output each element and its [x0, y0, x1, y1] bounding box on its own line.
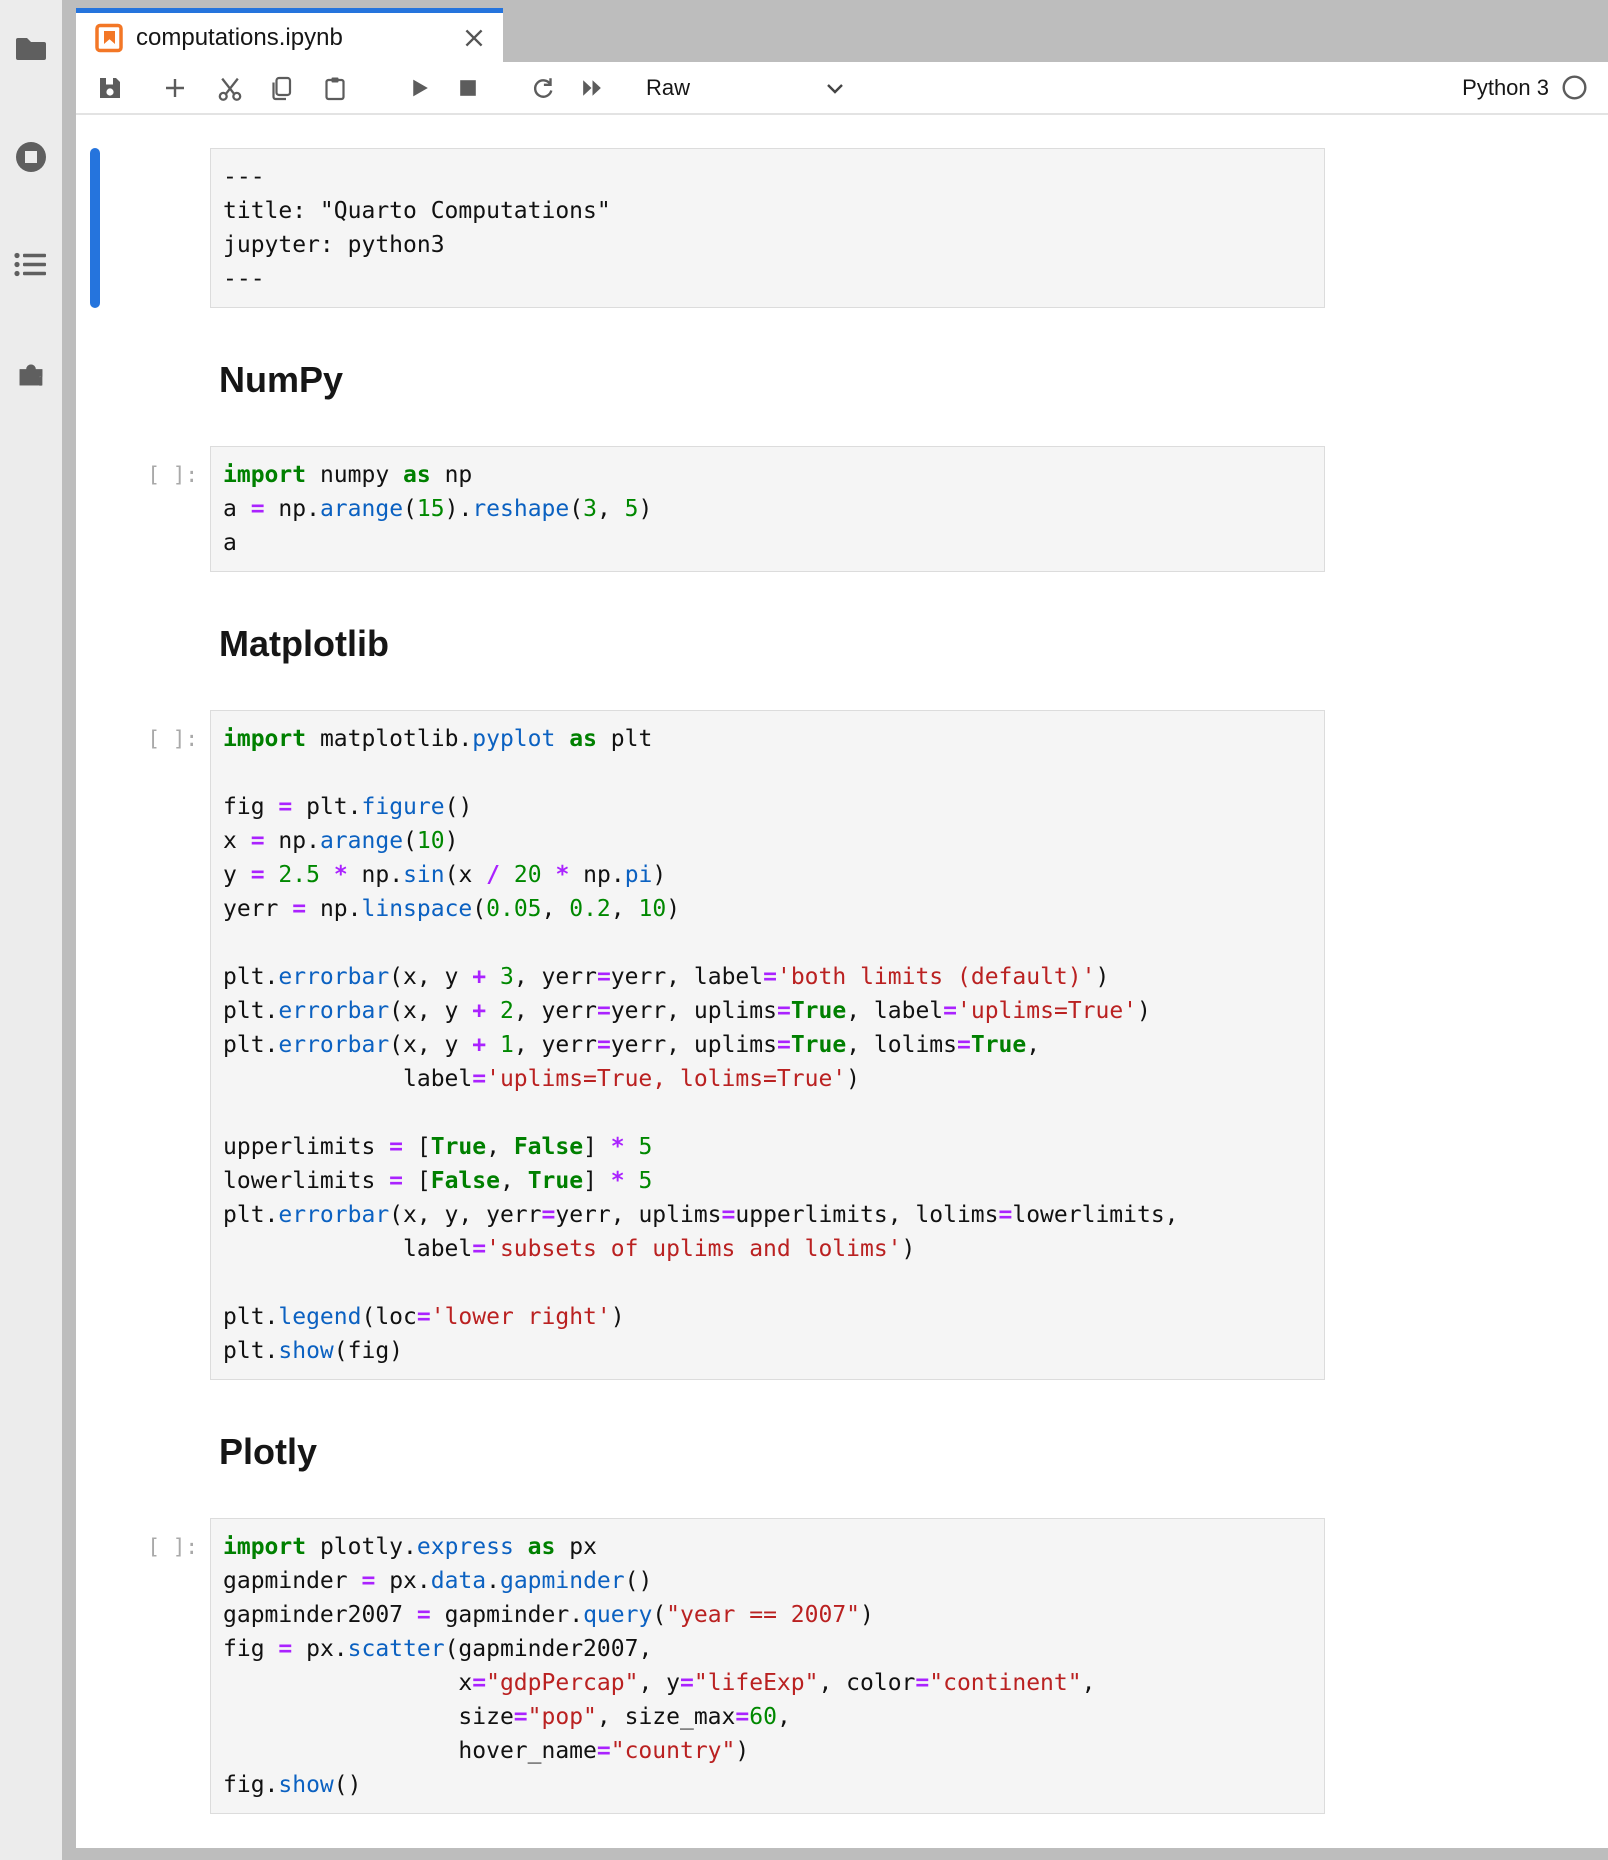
list-icon: [13, 250, 49, 280]
close-icon[interactable]: [461, 25, 487, 51]
code-cell[interactable]: [ ]:import matplotlib.pyplot as plt fig …: [76, 710, 1608, 1380]
tab-computations-ipynb[interactable]: computations.ipynb: [76, 8, 503, 62]
sidebar-running-terminals-and-kernels[interactable]: [12, 138, 50, 176]
code-cell[interactable]: [ ]:import plotly.express as pxgapminder…: [76, 1518, 1608, 1814]
cell-editor[interactable]: import matplotlib.pyplot as plt fig = pl…: [210, 710, 1325, 1380]
interrupt-kernel-button[interactable]: [453, 73, 483, 103]
notebook-panel: ---title: "Quarto Computations"jupyter: …: [76, 115, 1608, 1848]
section-heading-plotly[interactable]: Plotly: [219, 1430, 1608, 1474]
cut-icon: [217, 75, 243, 101]
copy-cells-button[interactable]: [267, 73, 297, 103]
sidebar-extension-manager[interactable]: [12, 354, 50, 392]
save-button[interactable]: [95, 73, 125, 103]
cell-type-dropdown[interactable]: Raw: [640, 75, 852, 101]
cell-editor[interactable]: import numpy as npa = np.arange(15).resh…: [210, 446, 1325, 572]
stop-icon: [455, 75, 481, 101]
restart-and-run-all-button[interactable]: [577, 73, 607, 103]
copy-icon: [269, 75, 295, 101]
chevron-down-icon: [824, 77, 846, 99]
save-icon: [97, 75, 123, 101]
cell-type-value: Raw: [646, 75, 690, 101]
section-heading-numpy[interactable]: NumPy: [219, 358, 1608, 402]
fast-forward-icon: [579, 75, 605, 101]
cell-editor[interactable]: ---title: "Quarto Computations"jupyter: …: [210, 148, 1325, 308]
main-area: computations.ipynb Raw Python 3 ---title:…: [76, 0, 1608, 1860]
notebook-file-icon: [94, 23, 124, 53]
cell-editor[interactable]: import plotly.express as pxgapminder = p…: [210, 1518, 1325, 1814]
puzzle-icon: [13, 355, 49, 391]
tab-title: computations.ipynb: [136, 24, 461, 52]
bottom-chrome-strip: [62, 1848, 1608, 1860]
paste-icon: [322, 75, 348, 101]
cell-prompt: [ ]:: [76, 1518, 210, 1814]
restart-icon: [530, 75, 556, 101]
kernel-status-icon: [1561, 74, 1588, 101]
code-cell[interactable]: [ ]:import numpy as npa = np.arange(15).…: [76, 446, 1608, 572]
run-cell-button[interactable]: [405, 73, 435, 103]
paste-cells-button[interactable]: [320, 73, 350, 103]
left-activity-bar: [0, 0, 62, 1860]
cell-prompt: [ ]:: [76, 446, 210, 572]
notebook-toolbar: Raw Python 3: [76, 62, 1608, 115]
restart-kernel-button[interactable]: [528, 73, 558, 103]
sidebar-divider[interactable]: [62, 0, 76, 1860]
cell-prompt: [ ]:: [76, 710, 210, 1380]
insert-cell-below-button[interactable]: [160, 73, 190, 103]
tab-bar: computations.ipynb: [76, 0, 1608, 62]
sidebar-file-browser[interactable]: [12, 30, 50, 68]
notebook-cells: ---title: "Quarto Computations"jupyter: …: [76, 148, 1608, 1814]
cut-cells-button[interactable]: [215, 73, 245, 103]
section-heading-matplotlib[interactable]: Matplotlib: [219, 622, 1608, 666]
run-icon: [407, 75, 433, 101]
sidebar-table-of-contents[interactable]: [12, 246, 50, 284]
add-cell-icon: [162, 75, 188, 101]
folder-icon: [13, 33, 49, 65]
kernel-name: Python 3: [1462, 75, 1549, 101]
kernel-indicator[interactable]: Python 3: [1462, 74, 1608, 101]
raw-cell[interactable]: ---title: "Quarto Computations"jupyter: …: [76, 148, 1608, 308]
stop-circle-icon: [13, 139, 49, 175]
jupyterlab-window: computations.ipynb Raw Python 3 ---title:…: [0, 0, 1608, 1860]
cell-selection-indicator: [90, 148, 100, 308]
